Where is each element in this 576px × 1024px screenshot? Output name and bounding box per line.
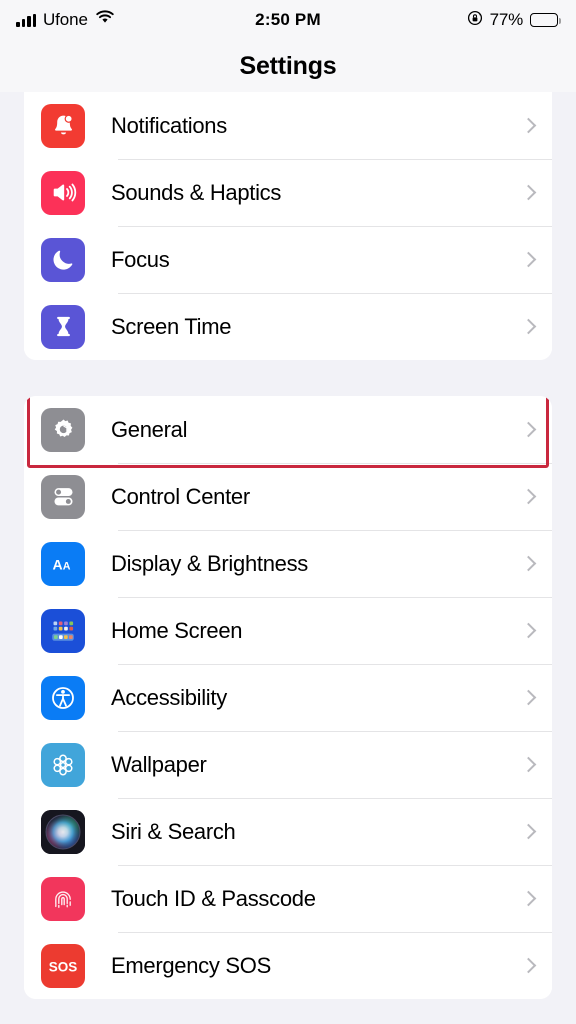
speaker-icon xyxy=(41,170,85,215)
app-grid-icon xyxy=(41,608,85,653)
settings-screen: Ufone 2:50 PM 77% Settings Notifications… xyxy=(0,0,576,1024)
settings-row-label: Focus xyxy=(111,246,170,272)
settings-row-label: Display & Brightness xyxy=(111,550,308,576)
chevron-right-icon xyxy=(520,823,537,840)
gear-icon xyxy=(41,407,85,452)
svg-text:A: A xyxy=(52,557,62,573)
toggles-icon xyxy=(41,474,85,519)
settings-row-touch-id-passcode[interactable]: Touch ID & Passcode xyxy=(24,865,552,932)
settings-row-sounds-haptics[interactable]: Sounds & Haptics xyxy=(24,159,552,226)
settings-row-wallpaper[interactable]: Wallpaper xyxy=(24,731,552,798)
settings-row-label: Home Screen xyxy=(111,617,243,643)
settings-row-label: Notifications xyxy=(111,112,227,138)
battery-percent: 77% xyxy=(489,10,524,29)
status-bar: Ufone 2:50 PM 77% xyxy=(0,0,576,40)
clock: 2:50 PM xyxy=(255,10,321,29)
bell-icon xyxy=(41,103,85,148)
wifi-icon xyxy=(95,10,115,30)
text-size-icon: A A xyxy=(41,541,85,586)
fingerprint-icon xyxy=(41,876,85,921)
settings-group-1: Notifications Sounds & Haptics Focus Scr… xyxy=(24,92,552,360)
chevron-right-icon xyxy=(520,890,537,907)
settings-row-label: Control Center xyxy=(111,483,250,509)
svg-text:SOS: SOS xyxy=(49,959,78,974)
accessibility-icon xyxy=(41,675,85,720)
svg-text:A: A xyxy=(62,561,70,573)
chevron-right-icon xyxy=(520,117,537,134)
battery-icon xyxy=(530,13,561,27)
settings-row-focus[interactable]: Focus xyxy=(24,226,552,293)
settings-row-label: Touch ID & Passcode xyxy=(111,885,316,911)
settings-row-notifications[interactable]: Notifications xyxy=(24,92,552,159)
settings-row-display-brightness[interactable]: A A Display & Brightness xyxy=(24,530,552,597)
settings-row-label: Siri & Search xyxy=(111,818,236,844)
settings-row-label: Accessibility xyxy=(111,684,227,710)
highlight-box xyxy=(27,396,549,468)
settings-row-siri-search[interactable]: Siri & Search xyxy=(24,798,552,865)
settings-row-accessibility[interactable]: Accessibility xyxy=(24,664,552,731)
chevron-right-icon xyxy=(520,555,537,572)
status-bar-right: 77% xyxy=(467,10,561,31)
chevron-right-icon xyxy=(520,689,537,706)
chevron-right-icon xyxy=(520,622,537,639)
settings-row-label: General xyxy=(111,416,188,442)
status-bar-left: Ufone xyxy=(16,10,115,30)
chevron-right-icon xyxy=(520,488,537,505)
settings-list[interactable]: Notifications Sounds & Haptics Focus Scr… xyxy=(0,92,576,999)
chevron-right-icon xyxy=(520,421,537,438)
chevron-right-icon xyxy=(520,756,537,773)
settings-row-screen-time[interactable]: Screen Time xyxy=(24,293,552,360)
siri-orb-icon xyxy=(41,809,85,854)
carrier-name: Ufone xyxy=(43,10,88,29)
settings-row-label: Emergency SOS xyxy=(111,952,271,978)
settings-row-general[interactable]: General xyxy=(24,396,552,468)
moon-icon xyxy=(41,237,85,282)
settings-row-control-center[interactable]: Control Center xyxy=(24,463,552,530)
sos-icon: SOS xyxy=(41,943,85,988)
settings-row-label: Sounds & Haptics xyxy=(111,179,282,205)
chevron-right-icon xyxy=(520,957,537,974)
settings-row-emergency-sos[interactable]: SOS Emergency SOS xyxy=(24,932,552,999)
flower-icon xyxy=(41,742,85,787)
hourglass-icon xyxy=(41,304,85,349)
chevron-right-icon xyxy=(520,251,537,268)
chevron-right-icon xyxy=(520,318,537,335)
nav-bar: Settings xyxy=(0,40,576,92)
settings-row-home-screen[interactable]: Home Screen xyxy=(24,597,552,664)
settings-row-label: Wallpaper xyxy=(111,751,207,777)
page-title: Settings xyxy=(239,51,337,80)
signal-bars-icon xyxy=(16,13,36,27)
chevron-right-icon xyxy=(520,184,537,201)
rotation-lock-icon xyxy=(467,10,483,31)
settings-row-label: Screen Time xyxy=(111,313,232,339)
settings-group-2: General Control Center A A Display & Bri… xyxy=(24,396,552,999)
